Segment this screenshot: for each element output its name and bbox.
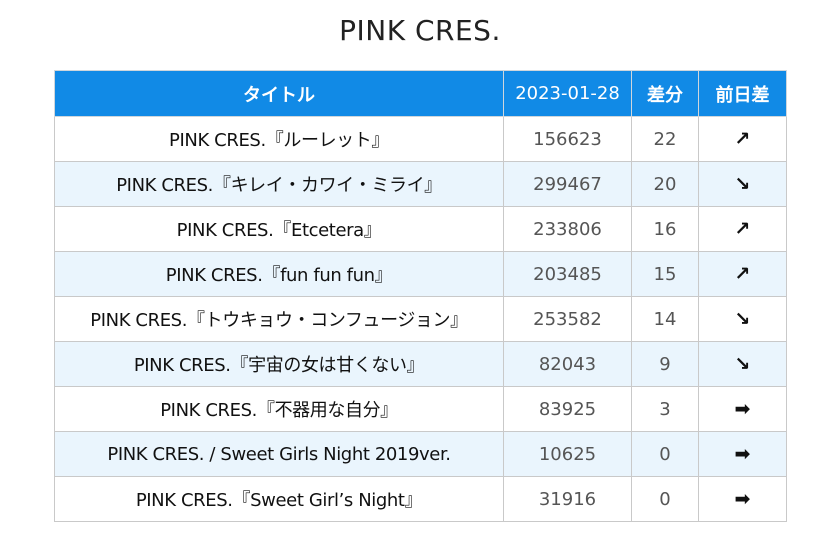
cell-count: 83925 (503, 386, 632, 432)
cell-diff: 15 (631, 251, 699, 297)
cell-diff: 16 (631, 206, 699, 252)
table-row: PINK CRES.『ルーレット』 156623 22 ↗ (54, 116, 787, 162)
header-diff: 差分 (631, 70, 699, 117)
table-row: PINK CRES. / Sweet Girls Night 2019ver. … (54, 431, 787, 477)
trend-flat-icon: ➡ (698, 476, 787, 522)
ranking-table-container: タイトル 2023-01-28 差分 前日差 PINK CRES.『ルーレット』… (54, 70, 787, 522)
table-row: PINK CRES.『キレイ・カワイ・ミライ』 299467 20 ↘ (54, 161, 787, 207)
trend-up-icon: ↗ (698, 116, 787, 162)
cell-count: 156623 (503, 116, 632, 162)
header-date: 2023-01-28 (503, 70, 632, 117)
table-row: PINK CRES.『Etcetera』 233806 16 ↗ (54, 206, 787, 252)
table-body: PINK CRES.『ルーレット』 156623 22 ↗ PINK CRES.… (54, 116, 787, 522)
trend-up-icon: ↗ (698, 251, 787, 297)
cell-count: 203485 (503, 251, 632, 297)
trend-down-icon: ↘ (698, 296, 787, 342)
trend-down-icon: ↘ (698, 341, 787, 387)
trend-flat-icon: ➡ (698, 386, 787, 432)
header-title: タイトル (54, 70, 504, 117)
table-row: PINK CRES.『トウキョウ・コンフュージョン』 253582 14 ↘ (54, 296, 787, 342)
page-title: PINK CRES. (339, 14, 501, 47)
cell-count: 233806 (503, 206, 632, 252)
table-row: PINK CRES.『宇宙の女は甘くない』 82043 9 ↘ (54, 341, 787, 387)
cell-diff: 0 (631, 476, 699, 522)
cell-title: PINK CRES.『キレイ・カワイ・ミライ』 (54, 161, 504, 207)
trend-up-icon: ↗ (698, 206, 787, 252)
cell-count: 31916 (503, 476, 632, 522)
cell-count: 253582 (503, 296, 632, 342)
cell-diff: 9 (631, 341, 699, 387)
cell-title: PINK CRES.『Etcetera』 (54, 206, 504, 252)
cell-title: PINK CRES.『Sweet Girl’s Night』 (54, 476, 504, 522)
cell-count: 10625 (503, 431, 632, 477)
table-row: PINK CRES.『fun fun fun』 203485 15 ↗ (54, 251, 787, 297)
cell-title: PINK CRES.『宇宙の女は甘くない』 (54, 341, 504, 387)
cell-diff: 22 (631, 116, 699, 162)
cell-diff: 20 (631, 161, 699, 207)
cell-count: 299467 (503, 161, 632, 207)
trend-down-icon: ↘ (698, 161, 787, 207)
cell-title: PINK CRES.『不器用な自分』 (54, 386, 504, 432)
cell-title: PINK CRES.『ルーレット』 (54, 116, 504, 162)
table-row: PINK CRES.『不器用な自分』 83925 3 ➡ (54, 386, 787, 432)
cell-title: PINK CRES.『トウキョウ・コンフュージョン』 (54, 296, 504, 342)
cell-diff: 3 (631, 386, 699, 432)
cell-title: PINK CRES. / Sweet Girls Night 2019ver. (54, 431, 504, 477)
cell-diff: 0 (631, 431, 699, 477)
header-trend: 前日差 (698, 70, 787, 117)
trend-flat-icon: ➡ (698, 431, 787, 477)
table-row: PINK CRES.『Sweet Girl’s Night』 31916 0 ➡ (54, 476, 787, 522)
cell-count: 82043 (503, 341, 632, 387)
ranking-table: タイトル 2023-01-28 差分 前日差 PINK CRES.『ルーレット』… (54, 70, 787, 522)
table-header-row: タイトル 2023-01-28 差分 前日差 (54, 70, 787, 117)
cell-diff: 14 (631, 296, 699, 342)
cell-title: PINK CRES.『fun fun fun』 (54, 251, 504, 297)
